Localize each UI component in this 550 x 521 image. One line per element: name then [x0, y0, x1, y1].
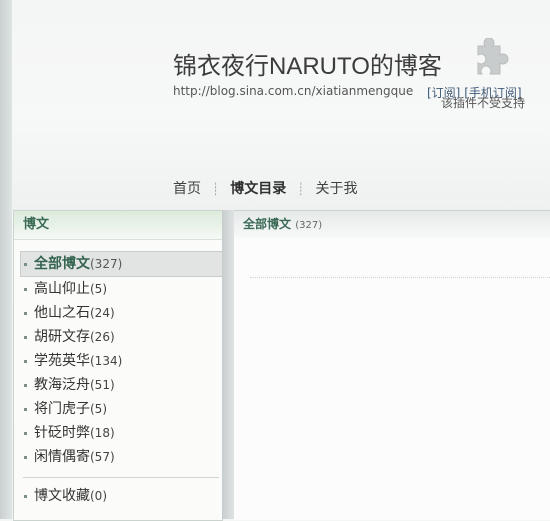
nav-home[interactable]: 首页	[173, 178, 201, 198]
category-label: 学苑英华	[34, 353, 90, 369]
category-label: 针砭时弊	[34, 425, 90, 441]
category-count: (134)	[90, 354, 123, 368]
article-list-title: 全部博文	[243, 217, 292, 231]
plugin-unsupported-notice: 该插件不受支持	[441, 96, 526, 110]
bullet-icon	[24, 456, 27, 459]
blog-title[interactable]: 锦衣夜行NARUTO的博客	[173, 46, 442, 81]
blog-url[interactable]: http://blog.sina.com.cn/xiatianmengque	[173, 84, 413, 98]
category-item[interactable]: 他山之石(24)	[14, 301, 222, 325]
category-count: (26)	[90, 330, 115, 344]
category-count: (57)	[90, 450, 115, 464]
bullet-icon	[24, 312, 27, 315]
category-count: (0)	[90, 489, 107, 503]
bullet-icon	[24, 432, 27, 435]
bullet-icon	[24, 408, 27, 411]
category-label: 全部博文	[34, 256, 90, 272]
nav-separator: ┊	[212, 182, 220, 196]
category-item[interactable]: 闲情偶寄(57)	[14, 445, 222, 469]
category-item-all[interactable]: 全部博文(327)	[20, 251, 227, 277]
category-count: (51)	[90, 378, 115, 392]
sidebar-title: 博文	[14, 211, 222, 240]
article-list-count: (327)	[295, 220, 323, 231]
bullet-icon	[24, 263, 27, 266]
category-label: 胡研文存	[34, 329, 90, 345]
category-item[interactable]: 高山仰止(5)	[14, 277, 222, 301]
puzzle-piece-icon[interactable]	[466, 38, 512, 82]
blog-nav: 首页 ┊ 博文目录 ┊ 关于我	[173, 178, 357, 198]
category-count: (327)	[90, 257, 123, 271]
nav-about[interactable]: 关于我	[315, 178, 357, 198]
category-item[interactable]: 胡研文存(26)	[14, 325, 222, 349]
category-count: (5)	[90, 282, 107, 296]
article-list-panel: 全部博文 (327)	[234, 210, 550, 520]
category-item[interactable]: 学苑英华(134)	[14, 349, 222, 373]
category-item[interactable]: 针砭时弊(18)	[14, 421, 222, 445]
column-gutter	[222, 210, 234, 519]
favorites-section: 博文收藏(0)	[14, 484, 222, 508]
nav-article-list[interactable]: 博文目录	[230, 178, 286, 198]
category-count: (18)	[90, 426, 115, 440]
category-label: 他山之石	[34, 305, 90, 321]
sidebar-divider	[23, 477, 219, 478]
category-label: 将门虎子	[34, 401, 90, 417]
category-label: 闲情偶寄	[34, 449, 90, 465]
category-label: 博文收藏	[34, 488, 90, 504]
nav-separator: ┊	[297, 182, 305, 196]
article-divider	[250, 277, 550, 278]
bullet-icon	[24, 495, 27, 498]
bullet-icon	[24, 360, 27, 363]
category-count: (5)	[90, 402, 107, 416]
article-list-header: 全部博文 (327)	[234, 211, 550, 238]
bullet-icon	[24, 336, 27, 339]
category-item-favorites[interactable]: 博文收藏(0)	[14, 484, 222, 508]
category-list: 全部博文(327) 高山仰止(5) 他山之石(24) 胡研文存(26) 学苑英华…	[14, 251, 227, 469]
category-sidebar: 博文 全部博文(327) 高山仰止(5) 他山之石(24) 胡研文存(26) 学…	[13, 210, 227, 521]
bullet-icon	[24, 384, 27, 387]
category-item[interactable]: 教海泛舟(51)	[14, 373, 222, 397]
bullet-icon	[24, 288, 27, 291]
category-count: (24)	[90, 306, 115, 320]
category-label: 高山仰止	[34, 281, 90, 297]
category-item[interactable]: 将门虎子(5)	[14, 397, 222, 421]
left-rail	[0, 0, 12, 519]
category-label: 教海泛舟	[34, 377, 90, 393]
